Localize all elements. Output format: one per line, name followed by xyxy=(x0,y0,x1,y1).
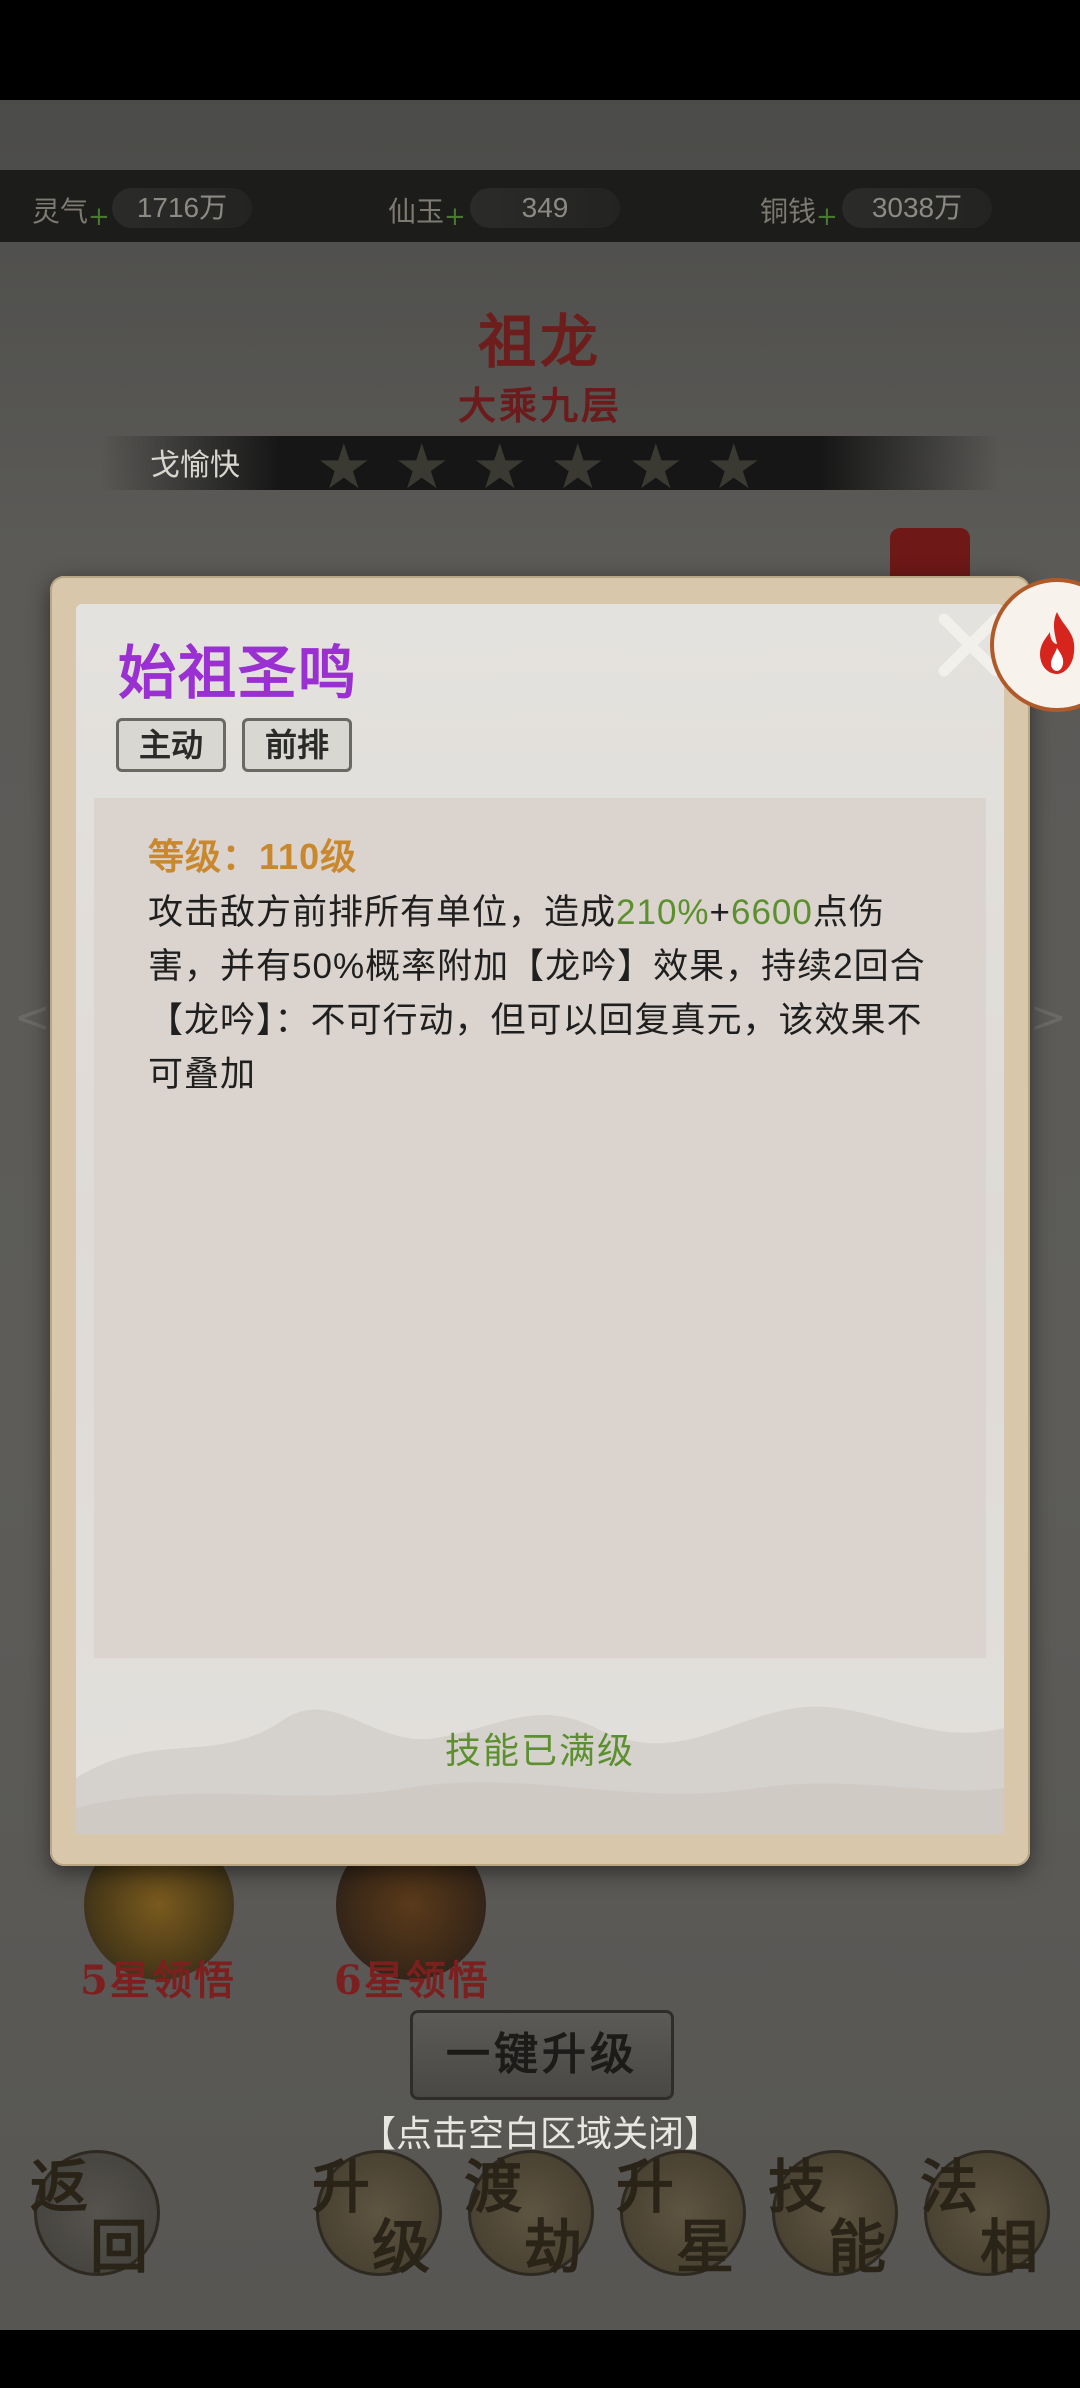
resource-value-tongqian: 3038万 xyxy=(842,188,992,228)
nav-back-char1: 返 xyxy=(30,2153,89,2221)
star-icon: ★ xyxy=(316,430,372,503)
resource-label-tongqian: 铜钱 xyxy=(760,195,817,228)
previous-arrow-icon[interactable]: < xyxy=(14,992,51,1043)
skill-title: 始祖圣鸣 xyxy=(118,639,359,707)
next-arrow-icon[interactable]: > xyxy=(1030,992,1067,1043)
fire-element-button[interactable] xyxy=(990,578,1080,712)
close-hint: 【点击空白区域关闭】 xyxy=(359,2114,720,2155)
nav-tribulation-char1: 渡 xyxy=(464,2153,523,2221)
star-icon: ★ xyxy=(472,430,528,503)
nav-starup-char1: 升 xyxy=(616,2153,675,2221)
skill-maxed-label: 技能已满级 xyxy=(444,1731,635,1772)
add-tongqian-icon[interactable]: + xyxy=(816,202,838,232)
nav-levelup-char2: 级 xyxy=(372,2213,431,2281)
nav-tribulation-char2: 劫 xyxy=(524,2213,583,2281)
tag-front-row: 前排 xyxy=(242,718,352,772)
add-xianyu-icon[interactable]: + xyxy=(444,202,466,232)
resource-value-xianyu: 349 xyxy=(470,188,620,228)
tag-active: 主动 xyxy=(116,718,226,772)
skill-label-6star: 6星领悟 xyxy=(334,1957,490,2004)
skill-description: 攻击敌方前排所有单位，造成210%+6600点伤害，并有50%概率附加【龙吟】效… xyxy=(148,893,926,1095)
resource-label-xianyu: 仙玉 xyxy=(388,195,445,228)
star-icon: ★ xyxy=(628,430,684,503)
star-icon: ★ xyxy=(550,430,606,503)
skill-label-5star: 5星领悟 xyxy=(80,1957,236,2004)
resource-value-lingqi: 1716万 xyxy=(112,188,252,228)
status-bar xyxy=(0,0,1080,100)
star-icon: ★ xyxy=(706,430,762,503)
nav-skills-char2: 能 xyxy=(828,2213,887,2281)
add-lingqi-icon[interactable]: + xyxy=(88,202,110,232)
nav-skills-char1: 技 xyxy=(768,2153,827,2221)
nav-back-char2: 回 xyxy=(90,2213,149,2281)
damage-flat: 6600 xyxy=(731,893,813,932)
one-key-upgrade-button[interactable]: 一键升级 xyxy=(410,2010,674,2100)
nav-dharma-char1: 法 xyxy=(920,2153,979,2221)
damage-percent: 210% xyxy=(616,893,710,932)
hero-name: 祖龙 xyxy=(477,308,602,376)
nav-dharma-char2: 相 xyxy=(980,2213,1039,2281)
resource-label-lingqi: 灵气 xyxy=(32,195,89,228)
scrolling-text: 戈愉快 xyxy=(150,448,240,483)
bottom-bar xyxy=(0,2330,1080,2388)
skill-level: 等级：110级 xyxy=(148,836,358,878)
fire-icon xyxy=(1040,612,1075,674)
hero-rank: 大乘九层 xyxy=(457,383,622,428)
nav-starup-char2: 星 xyxy=(676,2213,735,2281)
star-icon: ★ xyxy=(394,430,450,503)
nav-levelup-char1: 升 xyxy=(312,2153,371,2221)
